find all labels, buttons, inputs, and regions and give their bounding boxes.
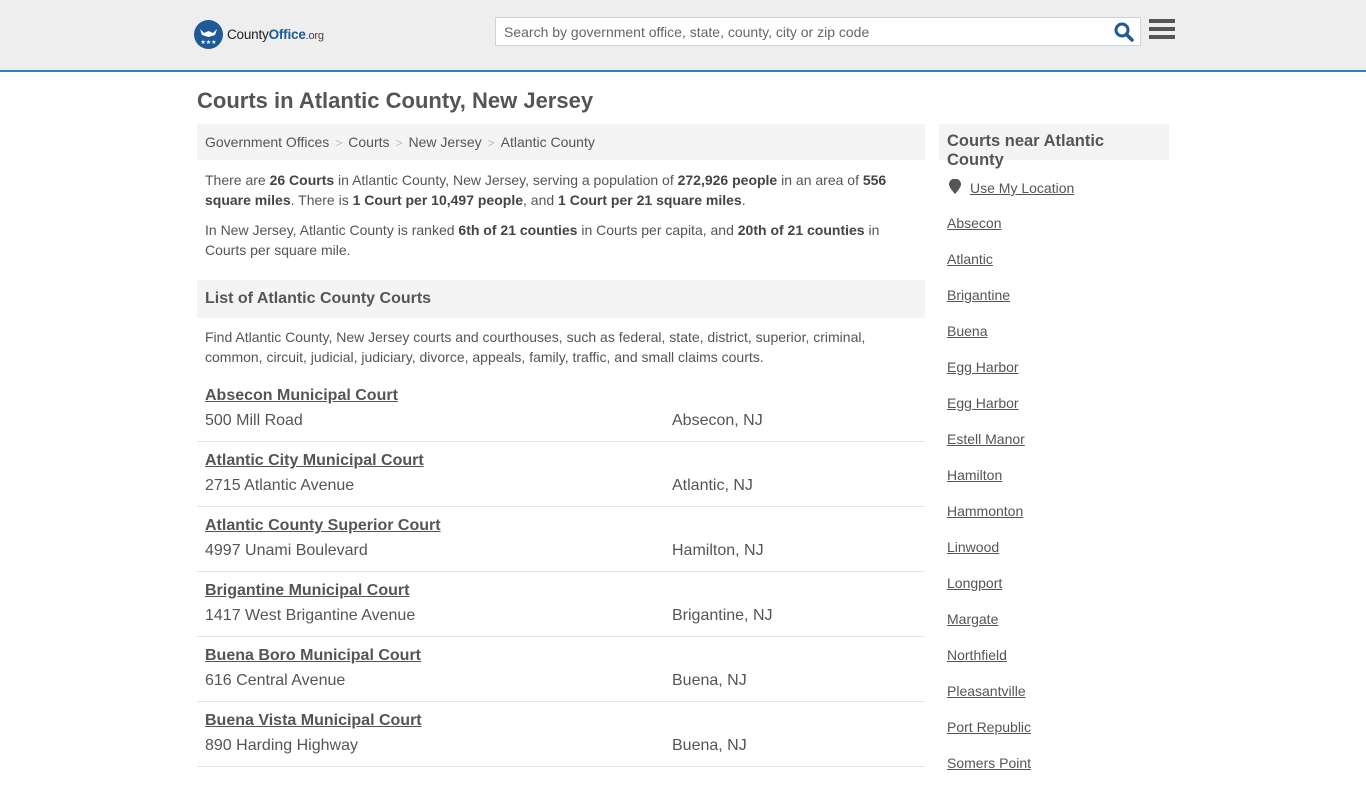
court-address: 616 Central Avenue xyxy=(205,672,346,689)
court-list-heading: List of Atlantic County Courts xyxy=(197,280,925,318)
nearby-city-link[interactable]: Egg Harbor xyxy=(947,358,1031,394)
court-address: 500 Mill Road xyxy=(205,412,303,429)
logo-text-tld: .org xyxy=(305,30,324,42)
logo-wordmark: CountyOffice.org xyxy=(227,27,324,42)
search-input[interactable] xyxy=(496,18,1106,45)
breadcrumb-courts[interactable]: Courts xyxy=(348,134,389,150)
text: in Courts per capita, and xyxy=(577,222,738,238)
nearby-city-link[interactable]: Somers Point xyxy=(947,754,1031,790)
court-name-link[interactable]: Atlantic City Municipal Court xyxy=(205,452,424,470)
hamburger-menu-icon[interactable] xyxy=(1149,19,1175,43)
nearby-city-link[interactable]: Port Republic xyxy=(947,718,1031,754)
court-city: Buena, NJ xyxy=(672,737,747,754)
court-address: 2715 Atlantic Avenue xyxy=(205,477,355,494)
breadcrumb-government-offices[interactable]: Government Offices xyxy=(205,134,329,150)
nearby-city-link[interactable]: Northfield xyxy=(947,646,1031,682)
nearby-city-link[interactable]: Brigantine xyxy=(947,286,1031,322)
breadcrumb-new-jersey[interactable]: New Jersey xyxy=(409,134,482,150)
court-city: Brigantine, NJ xyxy=(672,607,773,624)
nearby-city-list: Absecon Atlantic Brigantine Buena Egg Ha… xyxy=(947,214,1031,790)
breadcrumb-separator: > xyxy=(395,136,403,150)
text: in an area of xyxy=(777,172,863,188)
nearby-city-link[interactable]: Atlantic xyxy=(947,250,1031,286)
court-city: Hamilton, NJ xyxy=(672,542,764,559)
court-name-link[interactable]: Buena Vista Municipal Court xyxy=(205,712,422,730)
site-header: ★★★ CountyOffice.org xyxy=(0,0,1366,72)
breadcrumb-separator: > xyxy=(487,136,495,150)
nearby-city-link[interactable]: Buena xyxy=(947,322,1031,358)
text: in Atlantic County, New Jersey, serving … xyxy=(334,172,678,188)
court-address: 890 Harding Highway xyxy=(205,737,358,754)
court-list-item: Absecon Municipal Court 500 Mill Road Ab… xyxy=(197,377,925,442)
menu-bar xyxy=(1149,19,1175,23)
summary-paragraph-stats: There are 26 Courts in Atlantic County, … xyxy=(205,170,915,210)
court-name-link[interactable]: Buena Boro Municipal Court xyxy=(205,647,421,665)
court-list-description: Find Atlantic County, New Jersey courts … xyxy=(205,329,866,365)
menu-bar xyxy=(1149,35,1175,39)
nearby-city-link[interactable]: Longport xyxy=(947,574,1031,610)
court-list-item: Buena Boro Municipal Court 616 Central A… xyxy=(197,637,925,702)
logo-text-office: Office xyxy=(268,27,306,42)
court-name-link[interactable]: Atlantic County Superior Court xyxy=(205,517,441,535)
use-my-location-link[interactable]: Use My Location xyxy=(970,180,1074,196)
search-box xyxy=(495,17,1141,46)
use-my-location: Use My Location xyxy=(949,178,1074,197)
sidebar-heading: Courts near Atlantic County xyxy=(939,124,1169,169)
search-icon[interactable] xyxy=(1114,22,1134,42)
nearby-city-link[interactable]: Hammonton xyxy=(947,502,1031,538)
menu-bar xyxy=(1149,27,1175,31)
nearby-city-link[interactable]: Estell Manor xyxy=(947,430,1031,466)
court-list-item: Buena Vista Municipal Court 890 Harding … xyxy=(197,702,925,767)
rank-per-area: 20th of 21 counties xyxy=(737,222,865,238)
court-name-link[interactable]: Absecon Municipal Court xyxy=(205,387,398,405)
county-summary: There are 26 Courts in Atlantic County, … xyxy=(205,170,915,270)
court-count: 26 Courts xyxy=(269,172,335,188)
court-city: Absecon, NJ xyxy=(672,412,763,429)
court-list-item: Atlantic City Municipal Court 2715 Atlan… xyxy=(197,442,925,507)
court-address: 4997 Unami Boulevard xyxy=(205,542,368,559)
nearby-city-link[interactable]: Margate xyxy=(947,610,1031,646)
breadcrumb: Government Offices > Courts > New Jersey > Atl… xyxy=(197,124,925,160)
nearby-city-link[interactable]: Egg Harbor xyxy=(947,394,1031,430)
rank-per-capita: 6th of 21 counties xyxy=(458,222,578,238)
logo-text-county: County xyxy=(227,27,269,42)
breadcrumb-atlantic-county[interactable]: Atlantic County xyxy=(501,134,595,150)
map-pin-icon xyxy=(949,178,961,197)
nearby-city-link[interactable]: Linwood xyxy=(947,538,1031,574)
population: 272,926 people xyxy=(677,172,778,188)
court-list: Absecon Municipal Court 500 Mill Road Ab… xyxy=(197,377,925,767)
text: . xyxy=(741,192,746,208)
text: There are xyxy=(205,172,270,188)
court-city: Buena, NJ xyxy=(672,672,747,689)
summary-paragraph-rank: In New Jersey, Atlantic County is ranked… xyxy=(205,220,915,260)
text: . There is xyxy=(290,192,353,208)
nearby-city-link[interactable]: Pleasantville xyxy=(947,682,1031,718)
text: In New Jersey, Atlantic County is ranked xyxy=(205,222,459,238)
courts-per-area: 1 Court per 21 square miles xyxy=(558,192,742,208)
court-list-item: Atlantic County Superior Court 4997 Unam… xyxy=(197,507,925,572)
breadcrumb-separator: > xyxy=(335,136,343,150)
court-address: 1417 West Brigantine Avenue xyxy=(205,607,416,624)
court-list-item: Brigantine Municipal Court 1417 West Bri… xyxy=(197,572,925,637)
text: , and xyxy=(523,192,559,208)
courts-per-capita: 1 Court per 10,497 people xyxy=(352,192,524,208)
eagle-stars-logo-icon: ★★★ xyxy=(194,20,223,49)
svg-text:★★★: ★★★ xyxy=(200,39,216,46)
site-logo[interactable]: ★★★ CountyOffice.org xyxy=(194,20,324,49)
page-title: Courts in Atlantic County, New Jersey xyxy=(197,88,594,113)
nearby-city-link[interactable]: Absecon xyxy=(947,214,1031,250)
court-name-link[interactable]: Brigantine Municipal Court xyxy=(205,582,409,600)
nearby-city-link[interactable]: Hamilton xyxy=(947,466,1031,502)
court-city: Atlantic, NJ xyxy=(672,477,753,494)
